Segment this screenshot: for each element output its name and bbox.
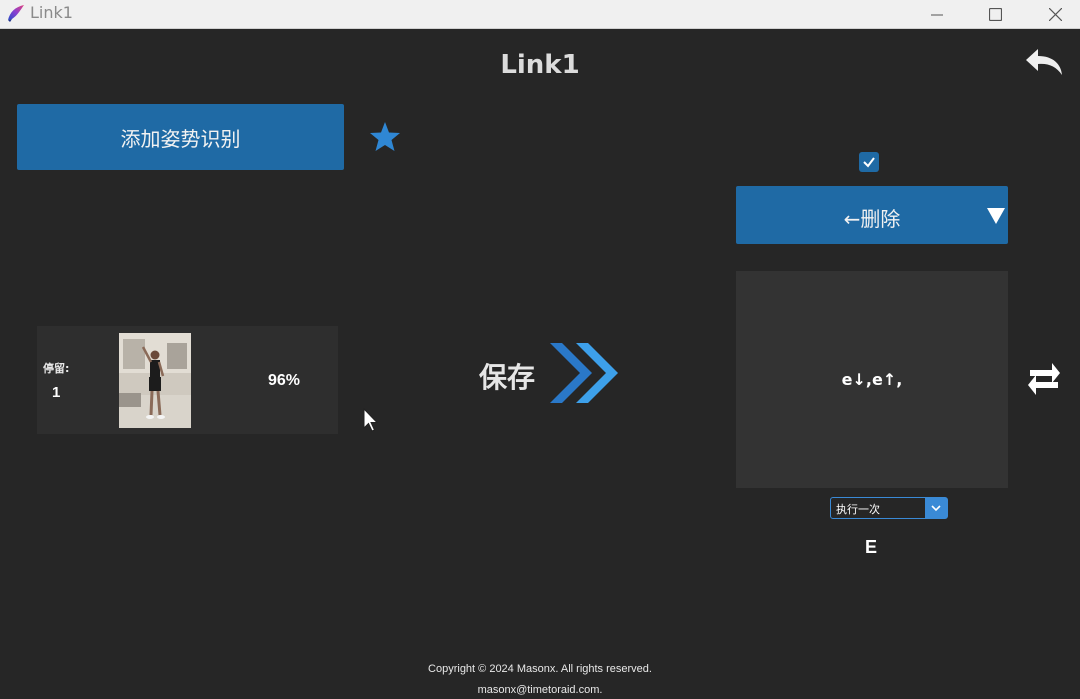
confidence-value: 96% [268,372,301,389]
page-title: Link1 [500,50,580,80]
stay-label: 停留: [43,362,70,375]
action-label: ←删除 [843,207,901,231]
add-pose-recognition-button[interactable]: 添加姿势识别 [17,104,344,170]
star-icon[interactable] [368,120,402,154]
double-chevron-right-icon[interactable] [548,341,622,405]
pose-thumbnail [119,333,191,428]
minimize-button[interactable] [914,0,960,29]
close-button[interactable] [1032,0,1078,29]
footer-email: masonx@timetoraid.com. [477,684,603,696]
checkmark-icon [863,157,875,168]
key-sequence-panel[interactable]: e↓,e↑, [736,271,1008,488]
execution-mode-value: 执行一次 [836,503,880,516]
maximize-button[interactable] [972,0,1018,29]
chevron-down-icon [931,505,941,512]
execution-mode-select[interactable]: 执行一次 [830,497,948,519]
window-titlebar[interactable]: Link1 [0,0,1080,29]
enable-checkbox[interactable] [859,152,879,172]
mouse-cursor-icon [363,408,379,432]
action-dropdown[interactable]: ←删除 [736,186,1008,244]
window-title: Link1 [30,3,73,22]
swap-arrows-icon[interactable] [1026,360,1062,398]
undo-arrow-icon[interactable] [1022,45,1066,81]
close-icon [1048,8,1062,21]
triangle-down-icon [987,208,1005,224]
maximize-icon [988,8,1002,21]
save-label[interactable]: 保存 [479,356,535,396]
stay-value: 1 [52,384,61,401]
minimize-icon [931,14,943,15]
app-icon [8,5,24,22]
pose-card[interactable]: 停留: 1 96% [37,326,338,434]
key-sequence: e↓,e↑, [841,370,903,389]
footer-copyright: Copyright © 2024 Masonx. All rights rese… [428,663,652,675]
combo-dropdown-button[interactable] [925,498,947,518]
key-letter: E [865,537,878,557]
